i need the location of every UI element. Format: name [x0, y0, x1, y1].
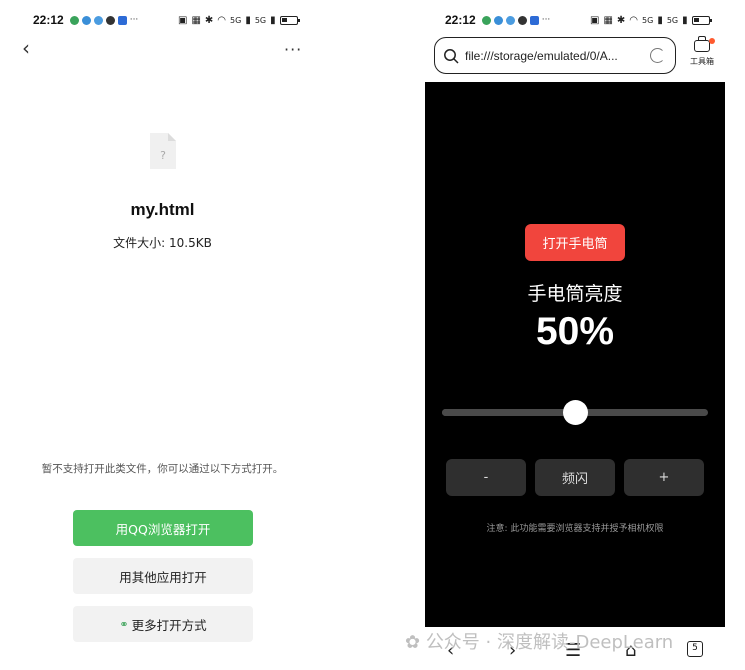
brightness-slider[interactable] — [442, 400, 708, 425]
flashlight-page: 打开手电筒 手电筒亮度 50% - 频闪 + 注意: 此功能需要浏览器支持并授予… — [425, 82, 725, 627]
vibrate-icon: ▦ — [603, 14, 613, 26]
app-notification-icon — [81, 15, 91, 25]
toggle-flashlight-label: 打开手电筒 — [542, 237, 608, 252]
wifi-icon: ◠ — [629, 14, 639, 26]
app-notification-icon — [517, 15, 527, 25]
toolbox-button[interactable]: 工具箱 — [687, 36, 717, 67]
app-notification-icon — [93, 15, 103, 25]
address-bar-url: file:///storage/emulated/0/A... — [465, 48, 618, 63]
back-chevron-icon[interactable]: ‹ — [22, 38, 36, 58]
battery-icon — [691, 15, 712, 25]
address-bar[interactable]: file:///storage/emulated/0/A... — [434, 37, 676, 74]
file-viewer-screen: 22:12 ··· ▣ ▦ ✱ ◠ 5G ▮ 5G ▮ ‹ ··· ? my.h… — [0, 0, 325, 670]
notification-icons: ··· — [69, 15, 139, 25]
nav-tabs-icon[interactable]: 5 — [687, 641, 703, 657]
file-name: my.html — [130, 200, 195, 219]
search-icon — [444, 48, 459, 64]
signal-icon: ▮ — [245, 14, 251, 26]
brightness-title: 手电筒亮度 — [527, 283, 623, 305]
network-type: 5G — [642, 15, 654, 25]
watermark: ✿ 公众号 · 深度解读-DeepLearn — [405, 628, 673, 654]
app-notification-icon — [493, 15, 503, 25]
more-open-options-label: 更多打开方式 — [131, 617, 207, 633]
more-notifications-icon: ··· — [129, 15, 139, 25]
link-icon: ⚭ — [119, 617, 129, 631]
brightness-slider-fill — [442, 409, 575, 416]
status-time: 22:12 — [445, 13, 476, 27]
app-notification-icon — [481, 15, 491, 25]
status-bar: 22:12 ··· ▣ ▦ ✱ ◠ 5G ▮ 5G ▮ — [33, 12, 303, 28]
strobe-button[interactable]: 频闪 — [535, 459, 615, 496]
nfc-icon: ▣ — [590, 14, 600, 26]
system-status-icons: ▣ ▦ ✱ ◠ 5G ▮ 5G ▮ — [178, 14, 300, 26]
signal-icon-2: ▮ — [682, 14, 688, 26]
open-with-qq-browser-button[interactable]: 用QQ浏览器打开 — [73, 510, 253, 546]
app-notification-icon — [529, 15, 539, 25]
toolbox-label: 工具箱 — [690, 57, 714, 66]
more-options-icon[interactable]: ··· — [284, 40, 302, 59]
decrease-brightness-button[interactable]: - — [446, 459, 526, 496]
network-type: 5G — [230, 15, 242, 25]
network-type-2: 5G — [666, 15, 679, 25]
app-notification-icon — [505, 15, 515, 25]
signal-icon-2: ▮ — [270, 14, 276, 26]
file-size: 文件大小: 10.5KB — [113, 236, 212, 250]
battery-icon — [279, 15, 300, 25]
app-notification-icon — [105, 15, 115, 25]
status-time: 22:12 — [33, 13, 64, 27]
notification-icons: ··· — [481, 15, 551, 25]
decrease-brightness-label: - — [483, 470, 489, 485]
system-status-icons: ▣ ▦ ✱ ◠ 5G ▮ 5G ▮ — [590, 14, 712, 26]
unknown-file-icon: ? — [150, 133, 176, 169]
app-notification-icon — [69, 15, 79, 25]
increase-brightness-label: + — [658, 470, 670, 485]
watermark-text: 公众号 · 深度解读-DeepLearn — [425, 632, 674, 653]
browser-screen: 22:12 ··· ▣ ▦ ✱ ◠ 5G ▮ 5G ▮ file:///stor… — [415, 0, 745, 670]
app-notification-icon — [117, 15, 127, 25]
signal-icon: ▮ — [657, 14, 663, 26]
open-with-other-app-button[interactable]: 用其他应用打开 — [73, 558, 253, 594]
bluetooth-icon: ✱ — [616, 14, 626, 26]
toolbox-icon — [694, 36, 710, 52]
bluetooth-icon: ✱ — [204, 14, 214, 26]
brightness-value: 50% — [535, 310, 615, 353]
increase-brightness-button[interactable]: + — [624, 459, 704, 496]
screenshot-composite: 22:12 ··· ▣ ▦ ✱ ◠ 5G ▮ 5G ▮ ‹ ··· ? my.h… — [0, 0, 745, 670]
vibrate-icon: ▦ — [191, 14, 201, 26]
brightness-slider-thumb[interactable] — [562, 400, 588, 425]
more-open-options-button[interactable]: ⚭ 更多打开方式 — [73, 606, 253, 642]
wifi-icon: ◠ — [217, 14, 227, 26]
unsupported-notice: 暂不支持打开此类文件，你可以通过以下方式打开。 — [41, 463, 284, 475]
permission-note: 注意: 此功能需要浏览器支持并授予相机权限 — [486, 524, 664, 534]
network-type-2: 5G — [254, 15, 267, 25]
status-bar: 22:12 ··· ▣ ▦ ✱ ◠ 5G ▮ 5G ▮ — [445, 12, 735, 28]
strobe-label: 频闪 — [561, 472, 588, 487]
notification-dot — [709, 38, 715, 44]
open-with-other-app-label: 用其他应用打开 — [119, 569, 207, 585]
nfc-icon: ▣ — [178, 14, 188, 26]
reload-icon[interactable] — [650, 48, 665, 63]
more-notifications-icon: ··· — [541, 15, 551, 25]
wechat-icon: ✿ — [405, 632, 426, 653]
open-with-qq-browser-label: 用QQ浏览器打开 — [115, 521, 211, 537]
toggle-flashlight-button[interactable]: 打开手电筒 — [525, 224, 625, 261]
file-icon-glyph: ? — [160, 149, 166, 162]
